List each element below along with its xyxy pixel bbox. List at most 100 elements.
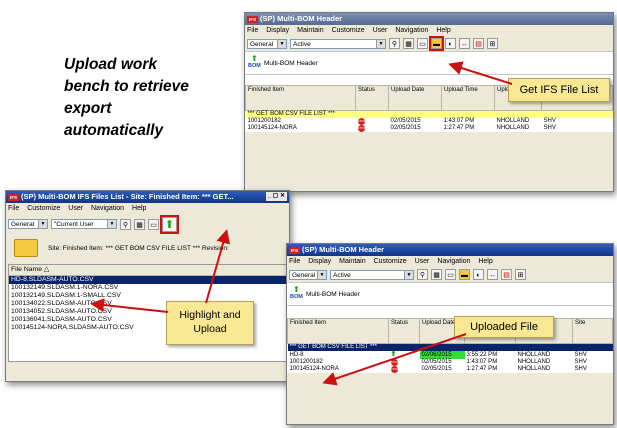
cell-user: NHOLLAND — [517, 351, 551, 358]
menu-bar: File Display Maintain Customize User Nav… — [287, 256, 613, 267]
report-icon[interactable]: ▤ — [473, 38, 484, 49]
menu-display[interactable]: Display — [308, 258, 331, 265]
folder-icon[interactable]: ▬ — [459, 269, 470, 280]
cell-date: 02/05/2015 — [390, 118, 421, 124]
menu-customize[interactable]: Customize — [374, 258, 407, 265]
navigate-icon[interactable]: ↔ — [459, 38, 470, 49]
table-row[interactable]: HD-8 ⬆ 02/06/2015 3:55:22 PM NHOLLAND SH… — [288, 351, 613, 359]
upload-arrow-icon[interactable]: ⬆ — [160, 214, 179, 234]
query-icon[interactable]: ▦ — [403, 38, 414, 49]
menu-navigation[interactable]: Navigation — [437, 258, 470, 265]
menu-navigation[interactable]: Navigation — [91, 205, 124, 212]
col-file-name-label: File Name — [11, 266, 42, 273]
menu-user[interactable]: User — [373, 27, 388, 34]
col-finished-item[interactable]: Finished Item — [245, 85, 356, 111]
menu-file[interactable]: File — [289, 258, 300, 265]
cell-item: HD-8 — [289, 351, 304, 358]
folder-icon[interactable]: ▬ — [429, 36, 444, 51]
table-row[interactable]: 1001200182 STOP 02/05/2015 1:43:07 PM NH… — [246, 118, 613, 125]
menu-customize[interactable]: Customize — [27, 205, 60, 212]
col-file-name[interactable]: File Name △ — [9, 265, 286, 276]
chevron-down-icon: ▼ — [38, 220, 47, 228]
view-select[interactable]: General ▼ — [247, 38, 287, 49]
bom-label: BOM — [248, 63, 261, 69]
cell-user: NHOLLAND — [496, 125, 530, 131]
menu-maintain[interactable]: Maintain — [297, 27, 323, 34]
bom-grid: Finished Item Status Upload Date Upload … — [287, 318, 613, 373]
status-select[interactable]: Active ▼ — [330, 269, 414, 280]
cell-time: 1:43:07 PM — [466, 359, 498, 365]
table-row[interactable]: *** GET BOM CSV FILE LIST *** — [245, 110, 613, 118]
menu-customize[interactable]: Customize — [332, 27, 365, 34]
col-upload-date[interactable]: Upload Date — [388, 85, 442, 111]
query-icon[interactable]: ▦ — [431, 269, 442, 280]
col-site[interactable]: Site — [572, 318, 613, 344]
table-row[interactable]: *** GET BOM CSV FILE LIST *** — [287, 343, 613, 351]
cell-user: NHOLLAND — [517, 366, 551, 372]
print-icon[interactable]: ▭ — [148, 218, 159, 230]
table-row[interactable]: 100145124-NORA STOP 02/05/2015 1:27:47 P… — [288, 366, 613, 373]
report-icon[interactable]: ▤ — [501, 269, 512, 280]
user-select-value: "Current User — [54, 221, 94, 228]
col-upload-time[interactable]: Upload Time — [441, 85, 495, 111]
view-select-value: General — [11, 221, 35, 228]
user-select[interactable]: "Current User ▼ — [51, 219, 117, 229]
view-select[interactable]: General ▼ — [289, 269, 327, 280]
cell-item: 100145124-NORA — [247, 125, 297, 131]
process-icon[interactable]: ◐ — [445, 38, 456, 49]
print-icon[interactable]: ▭ — [417, 38, 428, 49]
list-item[interactable]: 100132149.SLDASM.1-SMALL.CSV — [9, 292, 286, 300]
col-status[interactable]: Status — [388, 318, 420, 344]
status-select-value: Active — [333, 271, 351, 279]
window-title: (SP) Multi-BOM Header — [260, 14, 343, 23]
window-title: (SP) Multi-BOM IFS Files List - Site: Fi… — [21, 192, 234, 201]
title-bar: IFS (SP) Multi-BOM Header — [245, 13, 613, 25]
form-header: ⬆ BOM Multi-BOM Header — [287, 282, 613, 306]
menu-user[interactable]: User — [415, 258, 430, 265]
callout-highlight-upload: Highlight and Upload — [166, 301, 254, 345]
cell-site: SHV — [574, 366, 587, 372]
chart-icon[interactable]: ⊞ — [487, 38, 498, 49]
multi-bom-header-window-bottom: IFS (SP) Multi-BOM Header File Display Ma… — [286, 243, 614, 425]
caption-line: export — [64, 100, 112, 117]
cell-item: 1001200182 — [247, 118, 281, 124]
status-select[interactable]: Active ▼ — [290, 38, 386, 49]
caption-line: automatically — [64, 122, 164, 139]
menu-display[interactable]: Display — [266, 27, 289, 34]
navigate-icon[interactable]: ↔ — [487, 269, 498, 280]
list-item[interactable]: HD-8.SLDASM-AUTO.CSV — [9, 276, 286, 284]
menu-help[interactable]: Help — [478, 258, 492, 265]
app-logo-icon: IFS — [289, 246, 300, 254]
menu-file[interactable]: File — [247, 27, 258, 34]
menu-maintain[interactable]: Maintain — [339, 258, 365, 265]
query-icon[interactable]: ▦ — [134, 218, 145, 230]
window-controls[interactable]: _ ▢ ✕ — [265, 192, 287, 201]
menu-file[interactable]: File — [8, 205, 19, 212]
stop-icon: STOP — [390, 366, 399, 373]
cell-date: 02/06/2015 — [419, 351, 465, 359]
print-icon[interactable]: ▭ — [445, 269, 456, 280]
binoculars-icon[interactable]: ⚲ — [120, 218, 131, 230]
table-row[interactable]: 100145124-NORA STOP 02/05/2015 1:27:47 P… — [246, 125, 613, 132]
col-status[interactable]: Status — [355, 85, 389, 111]
col-finished-item[interactable]: Finished Item — [287, 318, 389, 344]
cell-date: 02/05/2015 — [390, 125, 421, 131]
folder-icon — [14, 239, 38, 257]
cell-item: *** GET BOM CSV FILE LIST *** — [287, 343, 389, 351]
menu-navigation[interactable]: Navigation — [395, 27, 428, 34]
chart-icon[interactable]: ⊞ — [515, 269, 526, 280]
view-select[interactable]: General ▼ — [8, 219, 48, 229]
binoculars-icon[interactable]: ⚲ — [389, 38, 400, 49]
process-icon[interactable]: ◐ — [473, 269, 484, 280]
menu-help[interactable]: Help — [132, 205, 146, 212]
caption-text: Upload work bench to retrieve export aut… — [64, 54, 224, 142]
binoculars-icon[interactable]: ⚲ — [417, 269, 428, 280]
caption-line: bench to retrieve — [64, 78, 189, 95]
table-row[interactable]: 1001200182 STOP 02/05/2015 1:43:07 PM NH… — [288, 359, 613, 366]
callout-get-ifs-file-list: Get IFS File List — [508, 78, 610, 102]
menu-help[interactable]: Help — [436, 27, 450, 34]
caption-line: Upload work — [64, 56, 158, 73]
chevron-down-icon: ▼ — [317, 270, 326, 279]
list-item[interactable]: 100132149.SLDASM.1-NORA.CSV — [9, 284, 286, 292]
menu-user[interactable]: User — [68, 205, 83, 212]
